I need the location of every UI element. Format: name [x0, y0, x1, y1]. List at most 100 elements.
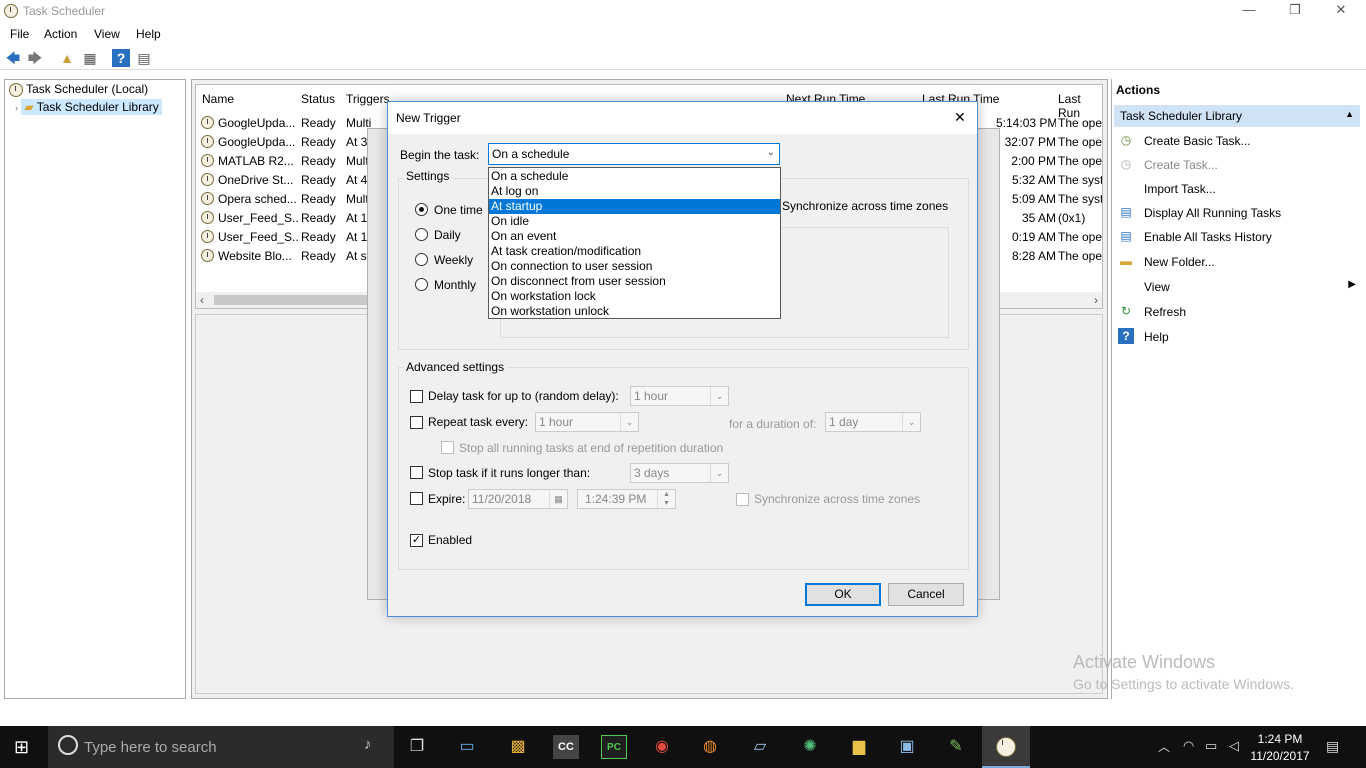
editor-icon[interactable]: ✎	[943, 735, 969, 759]
up-folder-icon[interactable]: ▲	[58, 49, 76, 67]
dialog-close-button[interactable]: ✕	[954, 109, 966, 126]
scroll-right-icon[interactable]: ›	[1094, 293, 1098, 307]
show-hide-pane-icon[interactable]: ▦	[81, 49, 99, 67]
calendar-icon[interactable]: ▦	[549, 490, 567, 508]
action-help[interactable]: ? Help	[1112, 327, 1362, 347]
action-new-folder[interactable]: ▬ New Folder...	[1112, 252, 1362, 272]
spinner-icon[interactable]: ▲ ▼	[657, 490, 675, 508]
enabled-label: Enabled	[428, 533, 473, 547]
actions-section[interactable]: Task Scheduler Library ▲	[1114, 105, 1360, 127]
action-create-task[interactable]: ◷ Create Task...	[1112, 155, 1362, 175]
dropdown-option[interactable]: At startup	[489, 199, 780, 214]
windows-start-icon[interactable]: ⊞	[14, 737, 29, 758]
delay-checkbox[interactable]	[410, 390, 423, 403]
repeat-checkbox[interactable]	[410, 416, 423, 429]
dropdown-option[interactable]: On connection to user session	[489, 259, 780, 274]
expire-time-picker[interactable]: 1:24:39 PM ▲ ▼	[577, 489, 676, 509]
expire-checkbox[interactable]	[410, 492, 423, 505]
dropdown-option[interactable]: At task creation/modification	[489, 244, 780, 259]
task-status: Ready	[301, 230, 336, 244]
radio-daily[interactable]	[415, 228, 428, 241]
taskbar-task-scheduler[interactable]	[982, 726, 1030, 768]
cancel-button[interactable]: Cancel	[888, 583, 964, 606]
actions-pane: Actions Task Scheduler Library ▲ ◷ Create…	[1111, 79, 1366, 699]
tree-item-library[interactable]: › ▰ Task Scheduler Library	[15, 99, 162, 118]
file-explorer-icon[interactable]: ▆	[846, 735, 872, 759]
menu-help[interactable]: Help	[136, 27, 161, 41]
maximize-button[interactable]: ❐	[1272, 2, 1318, 20]
remote-desktop-icon[interactable]: ▣	[894, 735, 920, 759]
radio-one-time[interactable]	[415, 203, 428, 216]
chrome-icon[interactable]: ◉	[649, 735, 675, 759]
dropdown-option[interactable]: On a schedule	[489, 169, 780, 184]
forward-icon[interactable]: 🡆	[26, 49, 44, 67]
collapse-icon[interactable]: ▲	[1345, 109, 1354, 119]
dropdown-option[interactable]: At log on	[489, 184, 780, 199]
chevron-right-icon[interactable]: ›	[15, 103, 18, 113]
pycharm-icon[interactable]: PC	[601, 735, 627, 759]
repeat-select[interactable]: 1 hour ⌄	[535, 412, 639, 432]
clock-time[interactable]: 1:24 PM	[1252, 732, 1308, 746]
duration-select[interactable]: 1 day ⌄	[825, 412, 921, 432]
notepad-icon[interactable]: ▱	[747, 735, 773, 759]
scroll-left-icon[interactable]: ‹	[200, 293, 204, 307]
clock-date[interactable]: 11/20/2017	[1248, 749, 1312, 763]
dropdown-option[interactable]: On workstation lock	[489, 289, 780, 304]
atom-icon[interactable]: ✺	[797, 735, 823, 759]
this-pc-icon[interactable]: ▭	[454, 735, 480, 759]
begin-task-select[interactable]: On a schedule ⌄	[488, 143, 780, 165]
close-button[interactable]: ✕	[1318, 2, 1364, 20]
action-enable-all-tasks-history[interactable]: ▤ Enable All Tasks History	[1112, 227, 1362, 247]
dialog-title: New Trigger	[396, 111, 461, 125]
notifications-icon[interactable]: ▤	[1326, 738, 1339, 755]
minimize-button[interactable]: —	[1226, 2, 1272, 20]
action-refresh[interactable]: ↻ Refresh	[1112, 302, 1362, 322]
stop-running-label: Stop all running tasks at end of repetit…	[459, 441, 724, 455]
action-label: Display All Running Tasks	[1144, 206, 1282, 220]
task-last-run: 0:19 AM	[1011, 230, 1056, 244]
task-last-run: 32:07 PM	[1004, 135, 1056, 149]
ccleaner-icon[interactable]: CC	[553, 735, 579, 759]
menu-file[interactable]: File	[10, 27, 29, 41]
stop-longer-select[interactable]: 3 days ⌄	[630, 463, 729, 483]
action-import-task[interactable]: Import Task...	[1112, 179, 1362, 199]
delay-select[interactable]: 1 hour ⌄	[630, 386, 729, 406]
dropdown-option[interactable]: On disconnect from user session	[489, 274, 780, 289]
col-name-header[interactable]: Name	[202, 92, 234, 106]
advanced-settings-label: Advanced settings	[403, 360, 508, 374]
firefox-icon[interactable]: ◍	[697, 735, 723, 759]
dropdown-option[interactable]: On idle	[489, 214, 780, 229]
task-view-icon[interactable]: ❐	[404, 735, 430, 759]
radio-weekly[interactable]	[415, 253, 428, 266]
properties-icon[interactable]: ▤	[135, 49, 153, 67]
menu-action[interactable]: Action	[44, 27, 77, 41]
task-last-run: 35 AM	[1021, 211, 1056, 225]
volume-icon[interactable]: ◁	[1229, 738, 1239, 754]
delay-label: Delay task for up to (random delay):	[428, 389, 619, 403]
battery-icon[interactable]: ▭	[1205, 738, 1217, 754]
microphone-icon[interactable]: ♪	[364, 736, 372, 753]
action-view[interactable]: View ▶	[1112, 277, 1362, 297]
search-box[interactable]: Type here to search ♪	[48, 726, 394, 768]
action-display-all-running-tasks[interactable]: ▤ Display All Running Tasks	[1112, 203, 1362, 223]
radio-monthly[interactable]	[415, 278, 428, 291]
tree-item-local[interactable]: Task Scheduler (Local)	[9, 82, 148, 100]
stop-running-checkbox[interactable]	[441, 441, 454, 454]
ok-button[interactable]: OK	[805, 583, 881, 606]
dropdown-option[interactable]: On workstation unlock	[489, 304, 780, 319]
stop-longer-checkbox[interactable]	[410, 466, 423, 479]
enabled-checkbox[interactable]: ✓	[410, 534, 423, 547]
chevron-down-icon[interactable]: ⌄	[767, 147, 775, 158]
menu-view[interactable]: View	[94, 27, 120, 41]
col-triggers-header[interactable]: Triggers	[346, 92, 390, 106]
help-icon[interactable]: ?	[112, 49, 130, 67]
expire-date-picker[interactable]: 11/20/2018 ▦	[468, 489, 568, 509]
col-status-header[interactable]: Status	[301, 92, 335, 106]
wifi-icon[interactable]: ◠	[1183, 738, 1194, 754]
back-icon[interactable]: 🡄	[4, 49, 22, 67]
chevron-up-icon[interactable]: ︿	[1158, 738, 1170, 755]
action-create-basic-task[interactable]: ◷ Create Basic Task...	[1112, 131, 1362, 151]
winrar-icon[interactable]: ▩	[505, 735, 531, 759]
expire-sync-checkbox[interactable]	[736, 493, 749, 506]
dropdown-option[interactable]: On an event	[489, 229, 780, 244]
